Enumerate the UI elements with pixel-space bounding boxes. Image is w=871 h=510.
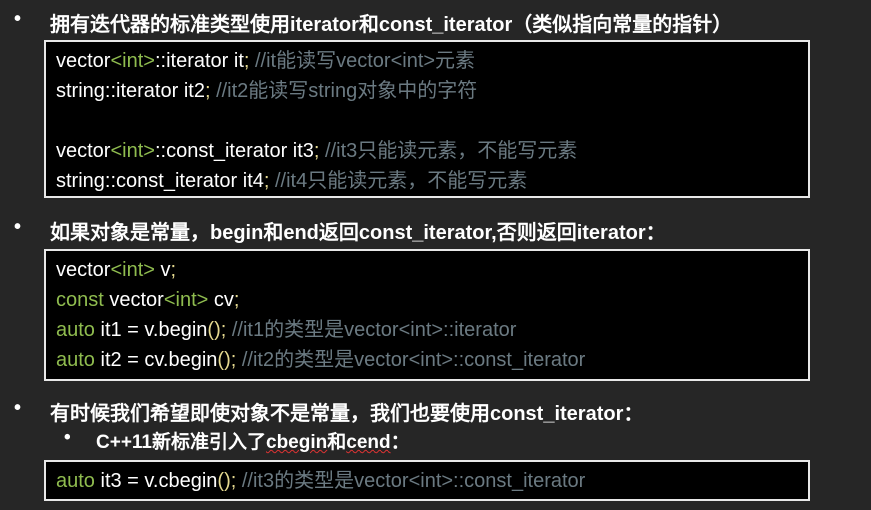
code-line: string::iterator it2; //it2能读写string对象中的… — [56, 76, 798, 106]
code-token-plain: vector — [56, 50, 111, 72]
code-block-begin-types: vector<int> v; const vector<int> cv; auto … — [44, 249, 810, 381]
code-line: const vector<int> cv; — [56, 285, 798, 315]
code-token-plain: string::iterator it2 — [56, 80, 205, 102]
sub-bullet-cbegin-cend: • C++11新标准引入了cbegin和cend： — [64, 427, 410, 454]
code-token-kw: const — [56, 289, 104, 311]
code-token-plain: it1 = v.begin — [94, 319, 208, 341]
cend-term: cend — [346, 432, 391, 453]
code-token-plain: cv — [208, 289, 234, 311]
code-line: vector<int> v; — [56, 255, 798, 285]
code-token-comment: //it1的类型是vector<int>::iterator — [226, 319, 517, 341]
code-token-comment: //it4只能读元素，不能写元素 — [269, 170, 528, 192]
code-token-comment: //it3只能读元素，不能写元素 — [319, 140, 578, 162]
code-token-plain: ::iterator it — [154, 50, 244, 72]
code-line: string::const_iterator it4; //it4只能读元素，不… — [56, 166, 798, 196]
code-token-kw: <int> — [110, 140, 155, 162]
code-token-punct: (); — [207, 319, 227, 341]
cbegin-term: cbegin — [266, 432, 328, 453]
sub-bullet-prefix: C++11新标准引入了 — [96, 432, 266, 453]
code-token-punct: (); — [217, 470, 237, 492]
code-token-plain: ::const_iterator it3 — [154, 140, 314, 162]
bullet-dot: • — [14, 216, 22, 238]
code-token-plain: vector — [56, 140, 111, 162]
code-token-plain: it3 = v.cbegin — [94, 470, 218, 492]
code-token-punct: ; — [170, 259, 177, 281]
bullet-text: 拥有迭代器的标准类型使用iterator和const_iterator（类似指向… — [50, 14, 733, 36]
bullet-text: 如果对象是常量，begin和end返回const_iterator,否则返回it… — [50, 222, 666, 244]
code-token-comment: //it2能读写string对象中的字符 — [210, 80, 478, 102]
code-token-kw: <int> — [110, 259, 155, 281]
code-token-kw: <int> — [110, 50, 155, 72]
bullet-iterator-types: • 拥有迭代器的标准类型使用iterator和const_iterator（类似指… — [14, 8, 733, 37]
code-token-comment: //it能读写vector<int>元素 — [249, 50, 476, 72]
code-line: vector<int>::const_iterator it3; //it3只能… — [56, 136, 798, 166]
bullet-dot: • — [14, 8, 22, 30]
bullet-dot: • — [64, 427, 71, 448]
bullet-dot: • — [14, 397, 22, 419]
sub-bullet-suffix: ： — [390, 432, 410, 453]
code-line: vector<int>::iterator it; //it能读写vector<… — [56, 46, 798, 76]
sub-bullet-mid: 和 — [327, 432, 347, 453]
bullet-cbegin-motivation: • 有时候我们希望即使对象不是常量，我们也要使用const_iterator： — [14, 397, 644, 426]
code-token-comment: //it2的类型是vector<int>::const_iterator — [236, 349, 586, 371]
code-block-iterator-decls: vector<int>::iterator it; //it能读写vector<… — [44, 40, 810, 198]
code-token-punct: ; — [233, 289, 240, 311]
code-token-kw: auto — [56, 349, 95, 371]
code-token-kw: auto — [56, 319, 95, 341]
code-token-kw: <int> — [163, 289, 209, 311]
code-block-cbegin: auto it3 = v.cbegin(); //it3的类型是vector<i… — [44, 460, 810, 501]
code-token-plain: string::const_iterator it4 — [56, 170, 264, 192]
code-line: auto it1 = v.begin(); //it1的类型是vector<in… — [56, 315, 798, 345]
code-token-kw: auto — [56, 470, 95, 492]
code-token-plain: vector — [103, 289, 164, 311]
bullet-begin-end: • 如果对象是常量，begin和end返回const_iterator,否则返回i… — [14, 216, 666, 245]
code-token-punct: (); — [217, 349, 237, 371]
code-token-comment: //it3的类型是vector<int>::const_iterator — [236, 470, 586, 492]
code-token-plain: it2 = cv.begin — [94, 349, 218, 371]
code-token-plain: vector — [56, 259, 111, 281]
code-line: auto it2 = cv.begin(); //it2的类型是vector<i… — [56, 345, 798, 375]
code-token-plain: v — [154, 259, 171, 281]
code-line: auto it3 = v.cbegin(); //it3的类型是vector<i… — [56, 466, 798, 496]
bullet-text: 有时候我们希望即使对象不是常量，我们也要使用const_iterator： — [50, 403, 644, 425]
